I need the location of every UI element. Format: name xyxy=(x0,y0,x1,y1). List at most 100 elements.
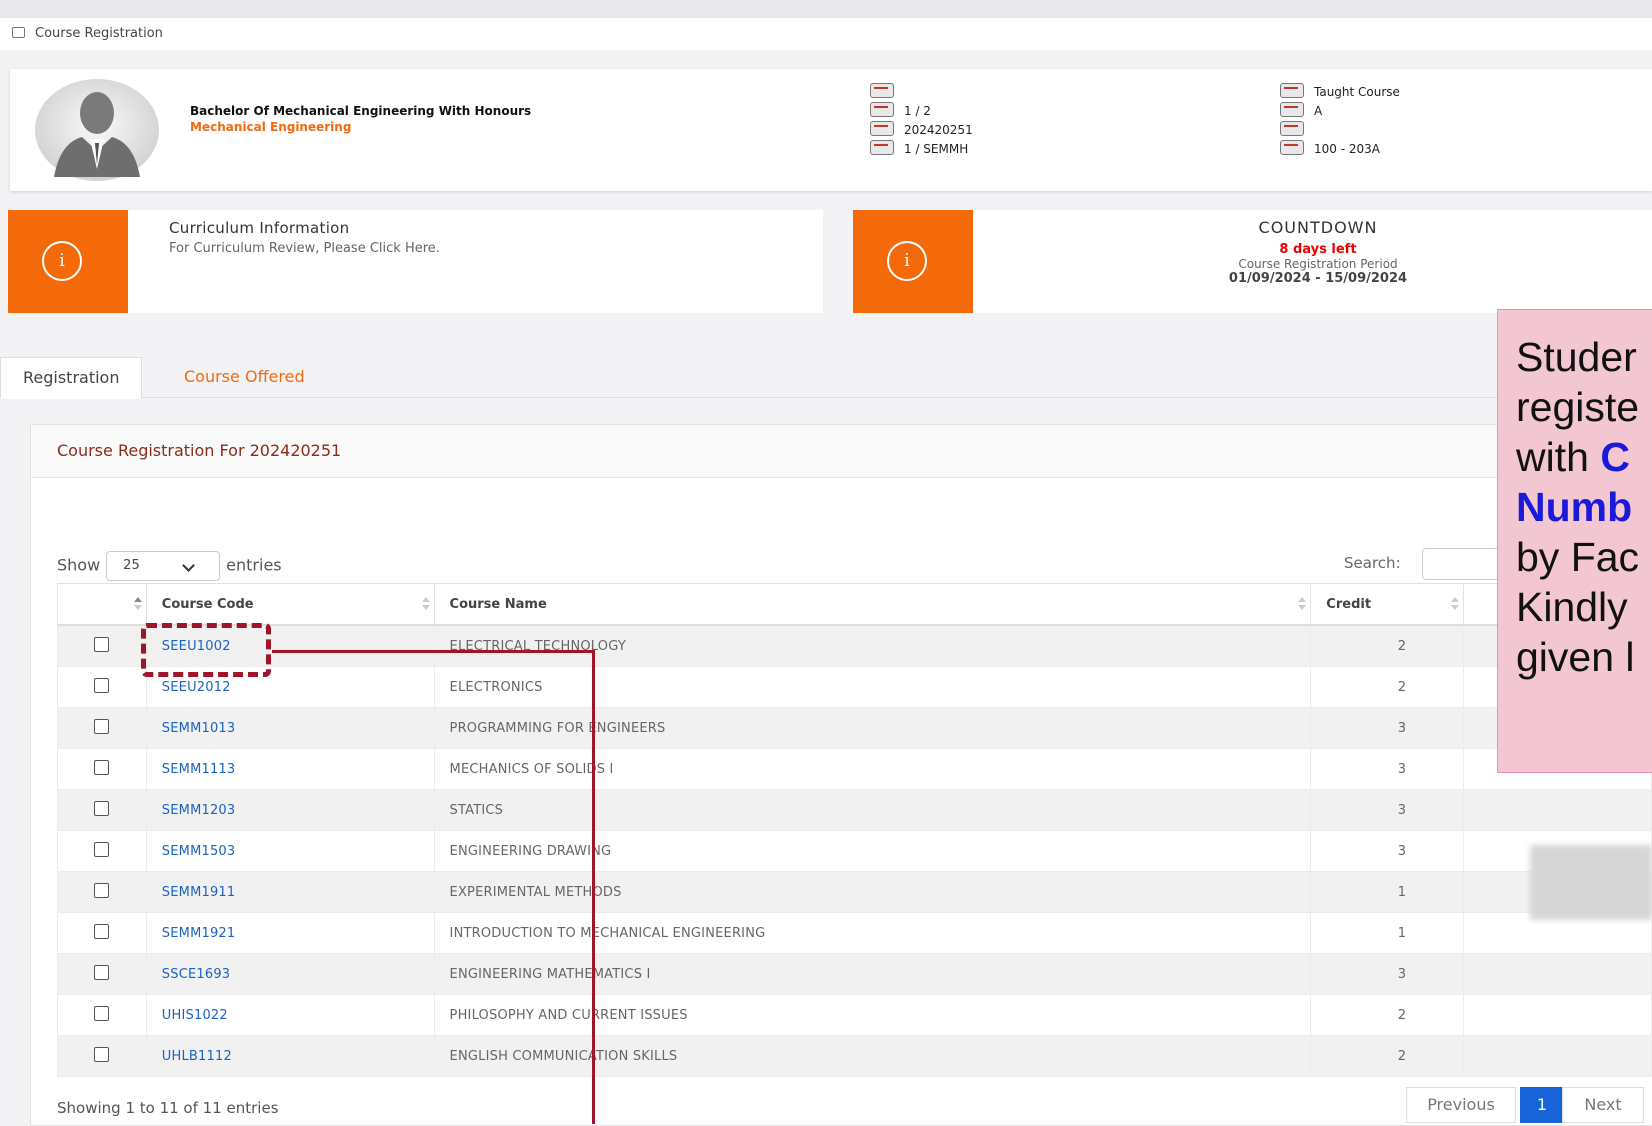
curriculum-link[interactable]: For Curriculum Review, Please Click Here… xyxy=(169,241,440,256)
table-row: SEMM1013 PROGRAMMING FOR ENGINEERS 3 xyxy=(57,707,1652,749)
course-name: ELECTRICAL TECHNOLOGY xyxy=(433,624,1312,667)
course-credit: 3 xyxy=(1310,789,1464,831)
row-select-cell xyxy=(57,912,147,954)
row-select-cell xyxy=(57,953,147,995)
info-row: Taught Course xyxy=(1280,83,1400,102)
course-credit: 2 xyxy=(1310,624,1464,667)
row-checkbox[interactable] xyxy=(94,882,110,898)
course-name: ENGINEERING MATHEMATICS I xyxy=(433,953,1312,995)
course-code-link[interactable]: UHLB1112 xyxy=(145,1035,435,1077)
callout-line xyxy=(592,650,595,1124)
entries-select[interactable]: 25 xyxy=(106,551,221,581)
next-button[interactable]: Next xyxy=(1562,1087,1644,1123)
course-credit: 1 xyxy=(1310,871,1464,913)
table-row: SEMM1203 STATICS 3 xyxy=(57,789,1652,831)
row-checkbox[interactable] xyxy=(94,718,110,734)
profile-card: Bachelor Of Mechanical Engineering With … xyxy=(10,69,1652,191)
info-row: 1 / 2 xyxy=(870,102,973,121)
select-column-header[interactable] xyxy=(57,583,147,626)
row-checkbox[interactable] xyxy=(94,1046,110,1062)
breadcrumb: Course Registration xyxy=(0,18,1652,50)
calendar-icon xyxy=(870,121,894,136)
row-select-cell xyxy=(57,789,147,831)
course-credit: 3 xyxy=(1310,707,1464,749)
course-code-link[interactable]: SEMM1113 xyxy=(145,748,435,790)
row-select-cell xyxy=(57,666,147,708)
course-credit: 1 xyxy=(1310,912,1464,954)
table-info: Showing 1 to 11 of 11 entries xyxy=(57,1099,279,1117)
table-header-row: Course Code Course Name Credit xyxy=(57,583,1652,626)
previous-button[interactable]: Previous xyxy=(1406,1087,1516,1123)
row-checkbox[interactable] xyxy=(94,759,110,775)
search-label: Search: xyxy=(1344,554,1401,572)
row-checkbox[interactable] xyxy=(94,923,110,939)
course-credit: 2 xyxy=(1310,666,1464,708)
highlight-box xyxy=(141,623,271,677)
course-name: ENGLISH COMMUNICATION SKILLS xyxy=(433,1035,1312,1077)
table-row: SEMM1911 EXPERIMENTAL METHODS 1 xyxy=(57,871,1652,913)
top-strip xyxy=(0,0,1652,18)
table-row: SEEU2012 ELECTRONICS 2 xyxy=(57,666,1652,708)
panel-title: Course Registration For 202420251 xyxy=(31,425,1652,478)
period-dates: 01/09/2024 - 15/09/2024 xyxy=(1228,271,1408,286)
row-select-cell xyxy=(57,1035,147,1077)
book-icon xyxy=(1280,121,1304,136)
badge-icon xyxy=(870,140,894,155)
tab-course-offered[interactable]: Course Offered xyxy=(162,357,327,397)
course-code-link[interactable]: SEMM1203 xyxy=(145,789,435,831)
curriculum-card[interactable]: i Curriculum Information For Curriculum … xyxy=(8,210,823,313)
countdown-icon-box: i xyxy=(853,210,973,313)
faculty-name: Mechanical Engineering xyxy=(190,120,352,134)
row-checkbox[interactable] xyxy=(94,964,110,980)
row-select-cell xyxy=(57,624,147,667)
course-name: MECHANICS OF SOLIDS I xyxy=(433,748,1312,790)
avatar-icon xyxy=(35,79,159,181)
table-row: SEEU1002 ELECTRICAL TECHNOLOGY 2 xyxy=(57,624,1652,667)
info-row: 202420251 xyxy=(870,121,973,140)
course-code-link[interactable]: SEMM1503 xyxy=(145,830,435,872)
course-credit: 3 xyxy=(1310,748,1464,790)
header-course-code[interactable]: Course Code xyxy=(145,583,435,626)
header-credit[interactable]: Credit xyxy=(1310,583,1464,626)
callout-line xyxy=(272,650,594,653)
info-row xyxy=(1280,121,1400,140)
chevron-down-icon xyxy=(182,559,196,572)
info-icon: i xyxy=(887,241,927,281)
curriculum-title: Curriculum Information xyxy=(169,219,350,237)
table-body: SEEU1002 ELECTRICAL TECHNOLOGY 2 SEEU2012 EL… xyxy=(57,624,1652,1077)
entries-label: entries xyxy=(226,555,282,575)
table-row: UHLB1112 ENGLISH COMMUNICATION SKILLS 2 xyxy=(57,1035,1652,1077)
course-code-link[interactable]: UHIS1022 xyxy=(145,994,435,1036)
window-icon xyxy=(12,27,25,38)
row-checkbox[interactable] xyxy=(94,800,110,816)
row-select-cell xyxy=(57,707,147,749)
course-credit: 3 xyxy=(1310,953,1464,995)
period-label: Course Registration Period xyxy=(1238,257,1398,271)
tab-registration[interactable]: Registration xyxy=(0,357,143,399)
row-select-cell xyxy=(57,871,147,913)
table-row: SEMM1503 ENGINEERING DRAWING 3 xyxy=(57,830,1652,872)
header-course-name[interactable]: Course Name xyxy=(433,583,1312,626)
course-name: PROGRAMMING FOR ENGINEERS xyxy=(433,707,1312,749)
course-code-link[interactable]: SEMM1013 xyxy=(145,707,435,749)
course-code-link[interactable]: SEMM1921 xyxy=(145,912,435,954)
course-name: ELECTRONICS xyxy=(433,666,1312,708)
row-checkbox[interactable] xyxy=(94,636,110,652)
course-code-link[interactable]: SEMM1911 xyxy=(145,871,435,913)
row-checkbox[interactable] xyxy=(94,677,110,693)
table-row: SEMM1921 INTRODUCTION TO MECHANICAL ENGIN… xyxy=(57,912,1652,954)
page-1-button[interactable]: 1 xyxy=(1520,1087,1564,1123)
calendar-icon xyxy=(870,102,894,117)
info-row: A xyxy=(1280,102,1400,121)
course-credit: 2 xyxy=(1310,1035,1464,1077)
row-checkbox[interactable] xyxy=(94,841,110,857)
book-icon xyxy=(1280,102,1304,117)
table-row: SSCE1693 ENGINEERING MATHEMATICS I3 xyxy=(57,953,1652,995)
course-code-link[interactable]: SSCE1693 xyxy=(145,953,435,995)
extra-cell xyxy=(1462,789,1652,831)
row-checkbox[interactable] xyxy=(94,1005,110,1021)
info-row: 1 / SEMMH xyxy=(870,140,973,159)
table-row: SEMM1113 MECHANICS OF SOLIDS I3 xyxy=(57,748,1652,790)
extra-cell xyxy=(1462,994,1652,1036)
book-icon xyxy=(1280,140,1304,155)
